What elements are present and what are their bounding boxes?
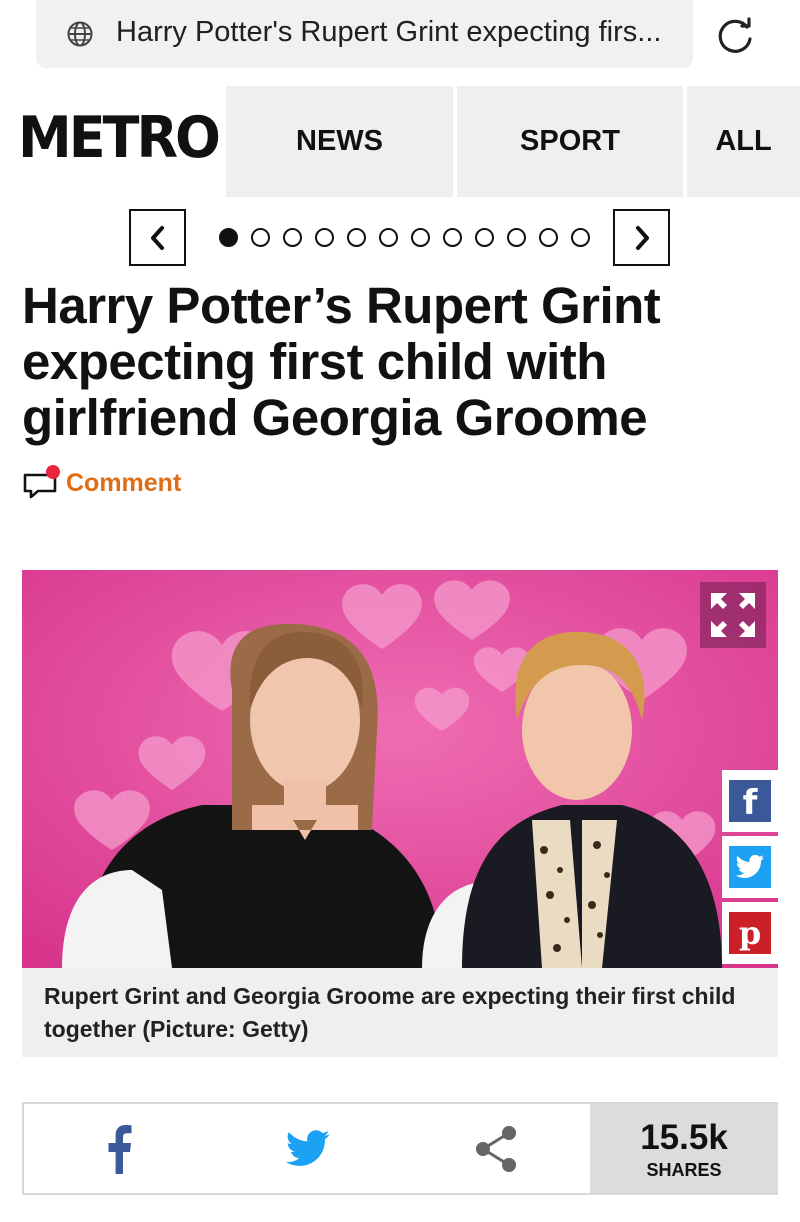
carousel-dots [219, 228, 590, 247]
share-more-button[interactable] [402, 1104, 590, 1193]
share-count-number: 15.5k [640, 1118, 728, 1157]
carousel-dot[interactable] [443, 228, 462, 247]
share-bar: 15.5k SHARES [22, 1102, 778, 1195]
carousel-dot[interactable] [315, 228, 334, 247]
photo-caption: Rupert Grint and Georgia Groome are expe… [22, 968, 778, 1057]
comment-label[interactable]: Comment [66, 469, 181, 498]
address-bar[interactable]: Harry Potter's Rupert Grint expecting fi… [36, 0, 693, 68]
photo-illustration [22, 570, 778, 968]
comment-icon [23, 465, 60, 499]
pinterest-icon: p [729, 912, 771, 954]
share-count: 15.5k SHARES [590, 1104, 778, 1193]
twitter-icon [729, 846, 771, 888]
carousel-dot[interactable] [379, 228, 398, 247]
photo-share-facebook[interactable]: f [722, 770, 778, 832]
carousel-dot[interactable] [347, 228, 366, 247]
share-count-label: SHARES [646, 1160, 722, 1180]
article-photo[interactable] [22, 570, 778, 968]
carousel-dot[interactable] [251, 228, 270, 247]
facebook-icon: f [729, 780, 771, 823]
carousel-dot[interactable] [507, 228, 526, 247]
nav-sport[interactable]: SPORT [457, 86, 683, 197]
nav-news[interactable]: NEWS [226, 86, 453, 197]
reload-icon[interactable] [714, 15, 756, 57]
chevron-left-icon [150, 225, 164, 250]
expand-icon [711, 593, 755, 637]
photo-share-pinterest[interactable]: p [722, 902, 778, 964]
carousel-dot[interactable] [283, 228, 302, 247]
twitter-icon [285, 1129, 330, 1166]
carousel-dot[interactable] [411, 228, 430, 247]
carousel-dot[interactable] [539, 228, 558, 247]
prev-article-button[interactable] [129, 209, 186, 266]
carousel-dot[interactable] [475, 228, 494, 247]
page-title-in-url[interactable]: Harry Potter's Rupert Grint expecting fi… [116, 16, 661, 49]
globe-icon [67, 21, 93, 47]
carousel-dot[interactable] [571, 228, 590, 247]
chevron-right-icon [635, 225, 649, 250]
share-icon [476, 1125, 516, 1172]
photo-share-twitter[interactable] [722, 836, 778, 898]
expand-image-button[interactable] [700, 582, 766, 648]
share-twitter-button[interactable] [214, 1104, 402, 1193]
metro-logo[interactable]: METRO [18, 104, 221, 171]
share-facebook-button[interactable] [24, 1104, 214, 1193]
carousel-dot[interactable] [219, 228, 238, 247]
comment-link[interactable]: Comment [22, 464, 181, 502]
next-article-button[interactable] [613, 209, 670, 266]
facebook-icon [108, 1124, 132, 1174]
article-headline: Harry Potter’s Rupert Grint expecting fi… [22, 277, 661, 446]
nav-all[interactable]: ALL [687, 86, 800, 197]
